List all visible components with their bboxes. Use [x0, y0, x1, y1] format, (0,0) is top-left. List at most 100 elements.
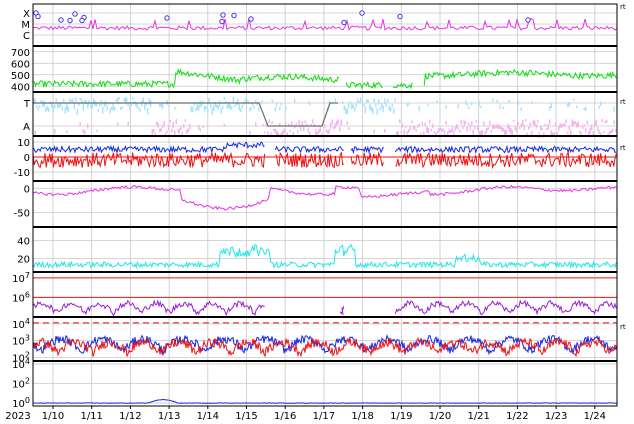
sector-toward-mark [39, 105, 41, 108]
sector-away-mark [559, 123, 561, 128]
sector-toward-mark [342, 101, 344, 104]
sector-away-mark [414, 126, 416, 130]
sector-away-mark [577, 121, 579, 128]
sector-away-mark [525, 119, 527, 122]
sector-toward-mark [549, 105, 551, 111]
sector-toward-mark [355, 103, 357, 108]
solar-wind-stacked-chart: XMC 400500600700 T A -10 0 10 -50 0 20 40 106 107 102… [5, 3, 626, 422]
sector-away-mark [304, 120, 306, 124]
sector-away-mark [595, 119, 597, 126]
sector-away-mark [493, 124, 495, 129]
particle-series-line [33, 398, 617, 404]
sector-toward-mark [199, 100, 201, 108]
sector-away-mark [604, 120, 606, 124]
sector-away-mark [508, 126, 510, 133]
sector-away-mark [558, 126, 560, 131]
sector-toward-mark [129, 105, 131, 110]
sector-away-mark [463, 120, 465, 126]
sector-away-mark [330, 122, 332, 129]
sector-away-mark [472, 129, 474, 136]
sector-toward-mark [378, 99, 380, 105]
sector-away-mark [511, 129, 513, 136]
sector-away-mark [480, 131, 482, 136]
sector-away-mark [318, 129, 320, 134]
x-tick-label: 1/11 [80, 411, 102, 422]
sector-toward-mark [150, 100, 152, 108]
sector-toward-mark [61, 106, 63, 111]
sector-toward-mark [111, 106, 113, 110]
sector-away-mark [487, 126, 489, 131]
y-tick-label: 100 [12, 396, 30, 410]
sector-toward-mark [58, 103, 60, 108]
sector-toward-mark [520, 107, 522, 111]
sector-toward-mark [382, 105, 384, 112]
flare-marker [231, 12, 237, 19]
sector-toward-mark [343, 105, 345, 110]
sector-toward-mark [261, 100, 263, 104]
sector-away-mark [495, 126, 497, 129]
sector-toward-mark [48, 107, 50, 113]
sector-toward-mark [132, 97, 134, 101]
sector-away-mark [445, 120, 447, 125]
side-label: rt [620, 3, 626, 11]
sector-away-mark [249, 130, 251, 136]
sector-toward-mark [372, 108, 374, 115]
sector-toward-mark [363, 102, 365, 107]
sector-toward-mark [376, 108, 378, 115]
sector-away-mark [163, 121, 165, 126]
sector-toward-mark [162, 104, 164, 110]
sector-away-mark [454, 126, 456, 131]
sector-toward-mark [238, 103, 240, 111]
sector-away-mark [180, 125, 182, 131]
sector-toward-mark [375, 103, 377, 107]
y-tick-label: C [23, 31, 30, 42]
sector-toward-mark [210, 104, 212, 108]
sector-away-mark [481, 129, 483, 135]
sector-away-mark [424, 122, 426, 126]
y-tick-label: 102 [12, 377, 30, 391]
x-tick-label: 1/18 [351, 411, 373, 422]
sector-away-mark [307, 127, 309, 133]
sector-away-mark [411, 120, 413, 123]
sector-toward-mark [79, 97, 81, 101]
sector-away-mark [169, 120, 171, 123]
sector-toward-mark [388, 105, 390, 111]
sector-toward-mark [517, 100, 519, 106]
sector-away-mark [435, 132, 437, 136]
sector-away-mark [402, 123, 404, 128]
sector-away-mark [504, 129, 506, 136]
sector-away-mark [537, 120, 539, 123]
flare-marker [220, 12, 226, 18]
sector-toward-mark [96, 103, 98, 107]
sector-away-mark [610, 130, 612, 134]
sector-toward-mark [46, 105, 48, 111]
sector-away-mark [198, 124, 200, 130]
sector-away-mark [439, 127, 441, 131]
data-layer [32, 10, 618, 404]
sector-toward-mark [466, 103, 468, 106]
sector-away-mark [499, 125, 501, 130]
sector-toward-mark [112, 103, 114, 111]
sector-away-mark [607, 132, 609, 135]
sector-toward-mark [211, 107, 213, 115]
sector-toward-mark [213, 105, 215, 111]
sector-toward-mark [102, 106, 104, 114]
sector-toward-mark [174, 106, 176, 110]
sector-away-mark [460, 120, 462, 125]
side-label: rt [620, 144, 626, 152]
sector-away-mark [582, 125, 584, 129]
panel-frame [32, 3, 618, 47]
sector-toward-mark [418, 106, 420, 112]
x-tick-label: 1/20 [429, 411, 451, 422]
sector-away-mark [270, 132, 272, 135]
sector-away-mark [534, 120, 536, 127]
sector-away-mark [157, 123, 159, 128]
sector-toward-mark [124, 97, 126, 103]
sector-away-mark [273, 128, 275, 131]
sector-away-mark [264, 131, 266, 134]
sector-away-mark [172, 121, 174, 128]
y-tick-label: X [23, 9, 30, 20]
sector-away-mark [288, 123, 290, 126]
sector-away-mark [471, 121, 473, 126]
sector-away-mark [315, 129, 317, 135]
